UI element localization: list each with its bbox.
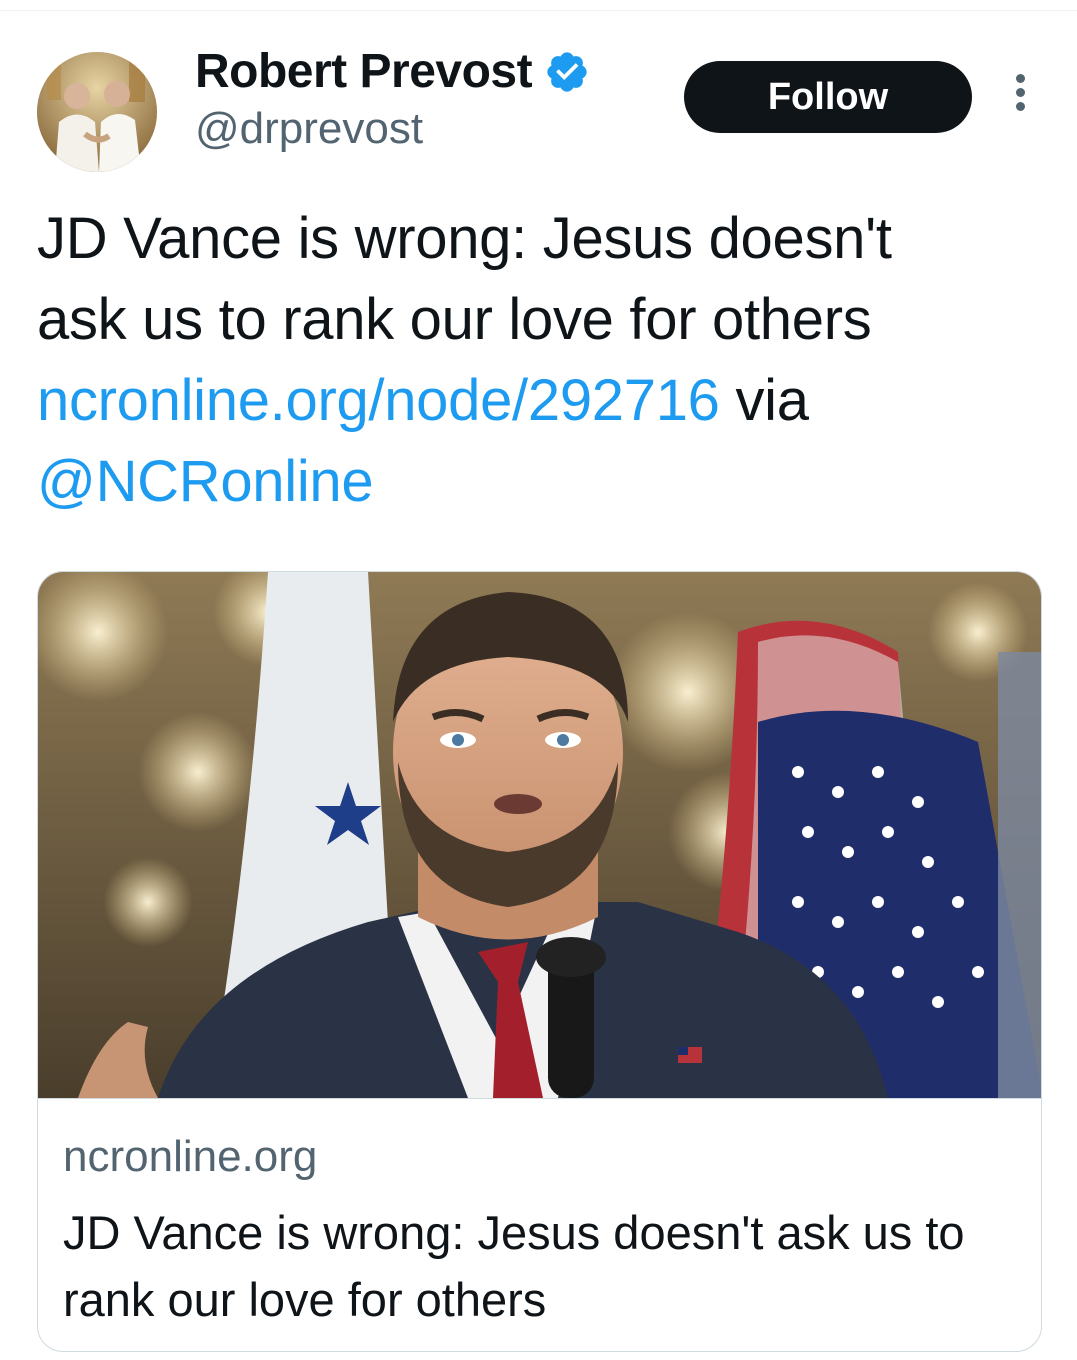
tweet-text-line: JD Vance is wrong: Jesus doesn't [37,206,892,271]
card-image [38,572,1041,1098]
follow-button[interactable]: Follow [684,61,972,133]
tweet-text: JD Vance is wrong: Jesus doesn't ask us … [37,198,1047,522]
avatar[interactable] [37,52,157,172]
author-name-row[interactable]: Robert Prevost [195,44,590,99]
card-divider [38,1098,1041,1099]
link-preview-card[interactable]: ncronline.org JD Vance is wrong: Jesus d… [37,571,1042,1352]
more-vertical-icon[interactable] [1010,74,1030,120]
top-divider [0,10,1077,11]
tweet-link[interactable]: ncronline.org/node/292716 [37,368,720,433]
tweet-via-text: via [719,368,809,433]
card-title: JD Vance is wrong: Jesus doesn't ask us … [63,1206,965,1326]
card-domain: ncronline.org [63,1132,318,1181]
display-name[interactable]: Robert Prevost [195,44,533,99]
tweet-mention-link[interactable]: @NCRonline [37,449,374,514]
tweet-text-line: ask us to rank our love for others [37,287,872,352]
avatar-image [37,52,157,172]
verified-badge-icon [547,51,587,92]
author-handle[interactable]: @drprevost [195,104,423,154]
